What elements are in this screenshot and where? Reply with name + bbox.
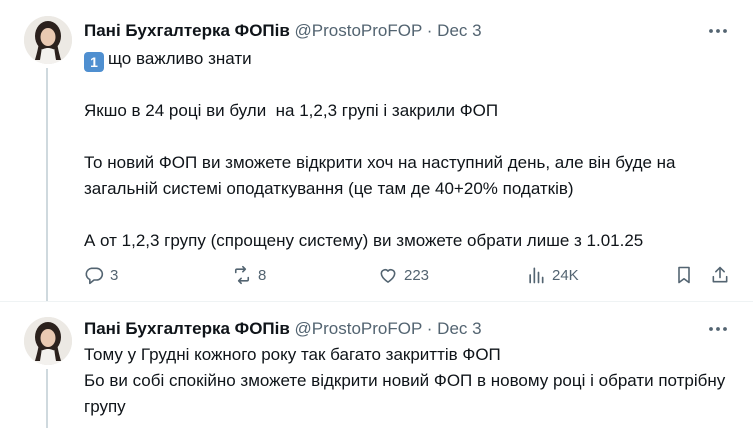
author-name[interactable]: Пані Бухгалтерка ФОПів (84, 319, 290, 338)
tweet-header: Пані Бухгалтерка ФОПів @ProstoProFOP · D… (84, 20, 482, 42)
like-count: 223 (404, 266, 430, 284)
bookmark-button[interactable] (674, 264, 694, 286)
tweet-line: А от 1,2,3 групу (спрощену систему) ви з… (84, 231, 644, 250)
tweet-line: То новий ФОП ви зможете відкрити хоч на … (84, 153, 681, 198)
share-button[interactable] (710, 264, 730, 286)
like-button[interactable]: 223 (378, 264, 429, 286)
heart-icon (380, 268, 396, 283)
repost-icon (234, 265, 250, 285)
tweet[interactable]: Пані Бухгалтерка ФОПів @ProstoProFOP · D… (0, 0, 753, 301)
more-horizontal-icon[interactable] (707, 20, 729, 42)
tweet-text: Тому у Грудні кожного року так багато за… (84, 342, 732, 420)
views-count: 24K (552, 266, 579, 284)
more-horizontal-icon[interactable] (707, 318, 729, 340)
tweet-date[interactable]: Dec 3 (437, 21, 481, 40)
tweet-actions: 3 8 223 24K (84, 264, 734, 286)
views-chart-icon (529, 267, 544, 284)
avatar-photo (24, 16, 72, 64)
thread-connector-line (46, 369, 48, 428)
avatar-photo (24, 317, 72, 365)
repost-count: 8 (258, 266, 267, 284)
avatar[interactable] (24, 317, 72, 365)
tweet-line: Тому у Грудні кожного року так багато за… (84, 345, 501, 364)
separator-dot: · (426, 21, 433, 40)
tweet-date[interactable]: Dec 3 (437, 319, 481, 338)
avatar[interactable] (24, 16, 72, 64)
tweet-line: Якшо в 24 році ви були на 1,2,3 групі і … (84, 101, 499, 120)
keycap-one-emoji: 1 (84, 52, 104, 72)
author-handle[interactable]: @ProstoProFOP (295, 319, 422, 338)
reply-button[interactable]: 3 (84, 264, 118, 286)
author-name[interactable]: Пані Бухгалтерка ФОПів (84, 21, 290, 40)
tweet-line: що важливо знати (108, 49, 252, 68)
reply-count: 3 (110, 266, 119, 284)
thread-connector-line (46, 68, 48, 301)
tweet-header: Пані Бухгалтерка ФОПів @ProstoProFOP · D… (84, 318, 482, 340)
share-icon (712, 266, 728, 283)
separator-dot: · (426, 319, 433, 338)
tweet-line: Бо ви собі спокійно зможете відкрити нов… (84, 371, 731, 416)
views-button[interactable]: 24K (526, 264, 579, 286)
bookmark-icon (678, 266, 690, 284)
tweet-thread: Пані Бухгалтерка ФОПів @ProstoProFOP · D… (0, 0, 753, 428)
repost-button[interactable]: 8 (232, 264, 266, 286)
tweet-text: 1 що важливо знати Якшо в 24 році ви були… (84, 46, 732, 254)
tweet[interactable]: Пані Бухгалтерка ФОПів @ProstoProFOP · D… (0, 301, 753, 428)
reply-icon (85, 267, 104, 285)
author-handle[interactable]: @ProstoProFOP (295, 21, 422, 40)
